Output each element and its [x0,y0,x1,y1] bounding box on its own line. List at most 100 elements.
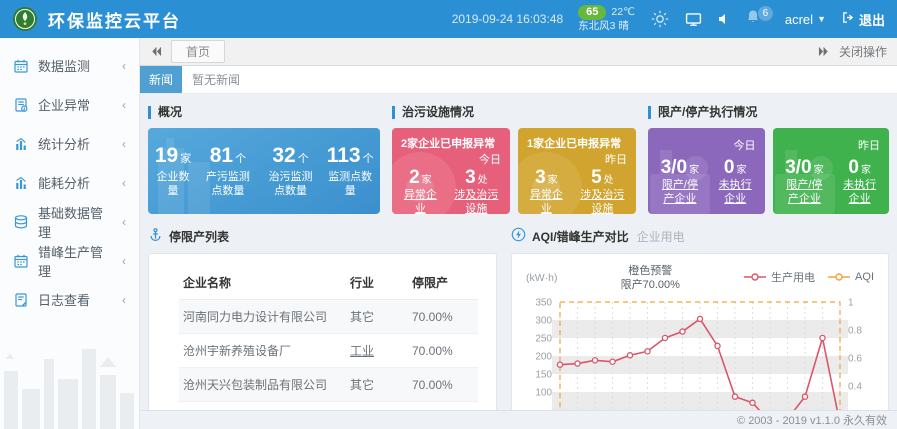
app-title: 环保监控云平台 [48,7,181,32]
card-stat: 0家 未执行企业 [839,157,880,207]
stat-link-label[interactable]: 未执行企业 [839,179,880,207]
stat-value: 3 [465,167,476,188]
svg-text:300: 300 [535,315,552,326]
aqi-chart-title: AQI/错峰生产对比 企业用电 [511,227,889,245]
chevron-down-icon: ▼ [817,14,826,24]
stat-link-label[interactable]: 限产/停产企业 [657,179,703,207]
app-window: 环保监控云平台 2019-09-24 16:03:48 65 22℃ 东北风3 … [0,0,897,429]
stat-unit: 家 [548,175,558,186]
temperature: 22℃ [611,6,634,19]
chevron-left-icon: ‹ [122,176,126,190]
card-stat: 3/0家 限产/停产企业 [657,157,703,207]
sidebar-item-label: 企业异常 [38,95,90,114]
industry-cell: 其它 [350,378,374,392]
card-stat: 3/0家 限产/停产企业 [782,157,828,207]
card-stat: 0家 未执行企业 [715,157,756,207]
stat-value: 19 [155,144,178,167]
calendar-icon [13,58,29,74]
stat-value: 5 [591,167,602,188]
stat-link-label[interactable]: 异常企业 [527,189,566,214]
chevron-left-icon: ‹ [122,254,126,268]
weather-widget: 65 22℃ 东北风3 晴 [578,5,635,33]
sidebar-item-企业异常[interactable]: 企业异常 ‹ [0,85,139,124]
stat-link-label[interactable]: 涉及治污设施 [452,189,501,214]
chevron-left-icon: ‹ [122,59,126,73]
aqi-chart-panel: (kW·h) 橙色预警 限产70.00% 生产用电AQI 35030025020… [511,253,889,410]
card-stat: 3家 异常企业 [527,167,566,214]
stat-unit: 家 [814,165,824,176]
logout-button[interactable]: 退出 [841,10,885,29]
stat-label: 企业数量 [154,171,192,199]
monitor-icon[interactable] [685,12,702,27]
legend-item-AQI[interactable]: AQI [827,269,874,285]
stat-unit: 处 [478,175,488,186]
stat-unit: 个 [298,153,309,165]
stat-label: 监测点数量 [326,171,374,199]
tabs-scroll-right-icon[interactable] [818,46,830,57]
sidebar-item-基础数据管理[interactable]: 基础数据管理 ‹ [0,202,139,241]
industry-cell: 其它 [350,310,374,324]
industry-cell[interactable]: 工业 [350,344,374,358]
card-day-label: 今日 [657,137,756,153]
svg-text:250: 250 [535,333,552,344]
stat-link-label[interactable]: 异常企业 [401,189,440,214]
stat-label: 治污监测点数量 [264,171,318,199]
stat-value: 0 [724,157,735,178]
overview-card: 19家 企业数量 81个 产污监测点数量 32个 治污监测点数量 113个 监测… [148,128,380,214]
section-title-facilities: 治污设施情况 [392,106,636,119]
chart-annotation: 橙色预警 限产70.00% [558,264,744,293]
user-menu[interactable]: acrel ▼ [785,12,826,27]
sidebar-item-数据监测[interactable]: 数据监测 ‹ [0,46,139,85]
database-icon [13,214,29,230]
y-axis-unit-label: (kW·h) [526,264,558,284]
production-status-card: 昨日 3/0家 限产/停产企业 0家 未执行企业 [773,128,890,214]
power-icon [511,227,526,245]
aqi-badge: 65 [578,5,606,20]
svg-text:0.8: 0.8 [848,325,862,336]
sidebar-item-错峰生产管理[interactable]: 错峰生产管理 ‹ [0,241,139,280]
table-row: 河南同力电力设计有限公司 其它 70.00% [179,300,478,334]
chart-legend: 生产用电 AQI [743,264,874,285]
production-status-card: 今日 3/0家 限产/停产企业 0家 未执行企业 [648,128,765,214]
anchor-icon [148,227,163,245]
legend-item-生产用电[interactable]: 生产用电 [743,269,815,285]
exit-icon [841,11,854,27]
chevron-left-icon: ‹ [122,293,126,307]
sidebar-item-label: 数据监测 [38,56,90,75]
sidebar-item-label: 错峰生产管理 [38,242,113,280]
enterprise-name-cell: 沧州天兴包装制品有限公司 [179,368,346,402]
overview-stat: 81个 产污监测点数量 [201,144,255,199]
speaker-icon[interactable] [717,12,731,26]
close-operations-button[interactable]: 关闭操作 [839,43,887,60]
card-stat: 2家 异常企业 [401,167,440,214]
svg-text:350: 350 [535,297,552,308]
facility-status-card: 2家企业已申报异常 今日 2家 异常企业 3处 涉及治污设施 [392,128,510,214]
table-header: 停限产 [408,266,478,300]
limit-list-table: 企业名称行业停限产 河南同力电力设计有限公司 其它 70.00% 沧州宇新养殖设… [179,266,478,402]
bar-chart-icon [13,136,29,152]
card-headline: 1家企业已申报异常 [527,135,627,151]
sidebar-item-能耗分析[interactable]: 能耗分析 ‹ [0,163,139,202]
card-day-label: 今日 [401,151,501,167]
chart-area: 35030025020015010010.80.60.40.2 [526,296,874,410]
datetime: 2019-09-24 16:03:48 [452,12,563,26]
svg-text:100: 100 [535,387,552,398]
tabs-scroll-left-icon[interactable] [150,46,162,57]
section-title-overview: 概况 [148,106,380,119]
tab-home[interactable]: 首页 [171,40,225,63]
footer: © 2003 - 2019 v1.1.0 永久有效 [140,410,897,429]
stat-link-label[interactable]: 涉及治污设施 [578,189,627,214]
logout-label: 退出 [859,10,885,29]
header-right: 2019-09-24 16:03:48 65 22℃ 东北风3 晴 [452,5,885,33]
stat-link-label[interactable]: 未执行企业 [715,179,756,207]
stat-unit: 家 [689,165,699,176]
limit-percent-cell: 70.00% [408,334,478,368]
sidebar-item-label: 基础数据管理 [38,203,113,241]
chevron-left-icon: ‹ [122,137,126,151]
notifications-button[interactable]: 6 [746,9,760,29]
sidebar-item-统计分析[interactable]: 统计分析 ‹ [0,124,139,163]
stat-value: 3 [535,167,546,188]
stat-link-label[interactable]: 限产/停产企业 [782,179,828,207]
aqi-production-line-chart: 35030025020015010010.80.60.40.2 [526,296,870,410]
app-logo-icon [12,6,38,32]
